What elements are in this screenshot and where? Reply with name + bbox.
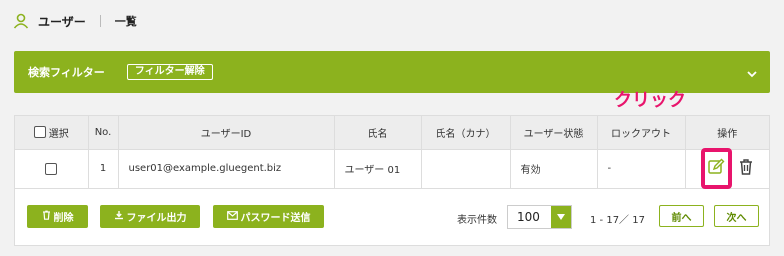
dropdown-arrow-icon[interactable]: [551, 206, 571, 228]
operations-cell: [685, 148, 769, 189]
page-subtitle: 一覧: [114, 15, 137, 28]
send-password-button[interactable]: パスワード送信: [213, 205, 324, 228]
column-header: 操作: [685, 116, 769, 150]
clear-filter-button[interactable]: フィルター解除: [126, 64, 213, 80]
delete-label: 削除: [53, 213, 74, 224]
export-label: ファイル出力: [126, 213, 187, 224]
status-cell: 有効: [510, 149, 598, 189]
select-column-header: 選択: [15, 116, 89, 150]
row-checkbox[interactable]: [45, 162, 58, 175]
download-icon: [114, 210, 124, 223]
page-title: ユーザー: [38, 14, 86, 29]
user-table-panel: 選択 No. ユーザーID 氏名 氏名（カナ） ユーザー状態 ロックアウト 操作…: [14, 115, 770, 246]
edit-button[interactable]: [700, 148, 732, 189]
edit-icon: [707, 158, 725, 179]
kana-cell: [421, 149, 511, 189]
column-header: ユーザー状態: [510, 116, 598, 150]
lockout-cell: -: [597, 149, 686, 189]
mail-icon: [226, 210, 238, 223]
header-divider: [99, 15, 101, 27]
column-header: No.: [88, 116, 119, 150]
chevron-down-icon[interactable]: [746, 65, 758, 84]
column-header: ユーザーID: [118, 116, 335, 150]
select-all-checkbox[interactable]: [33, 126, 46, 139]
table-row: 1 user01@example.gluegent.biz ユーザー 01 有効…: [15, 148, 769, 189]
select-column-label: 選択: [48, 128, 69, 140]
send-password-label: パスワード送信: [240, 213, 311, 224]
filter-label: 検索フィルター: [28, 66, 105, 79]
prev-page-button[interactable]: 前へ: [659, 205, 704, 227]
page-size-select[interactable]: 100: [507, 205, 572, 229]
table-header-row: 選択 No. ユーザーID 氏名 氏名（カナ） ユーザー状態 ロックアウト 操作: [15, 116, 769, 150]
column-header: 氏名（カナ）: [421, 116, 511, 150]
trash-small-icon: [42, 210, 51, 223]
delete-button[interactable]: 削除: [27, 205, 88, 228]
column-header: 氏名: [334, 116, 422, 150]
pagination-range: 1 - 17／ 17: [590, 215, 645, 226]
user-icon: [12, 12, 30, 30]
table-footer: 削除 ファイル出力 パスワード送信 表示件数 100 1 - 17／ 17 前へ…: [27, 205, 759, 229]
click-annotation: クリック: [614, 90, 686, 111]
name-cell: ユーザー 01: [334, 149, 422, 189]
row-number: 1: [88, 149, 119, 189]
export-file-button[interactable]: ファイル出力: [100, 205, 200, 228]
page-size-label: 表示件数: [457, 215, 497, 226]
row-select-cell: [15, 149, 89, 189]
user-table: 選択 No. ユーザーID 氏名 氏名（カナ） ユーザー状態 ロックアウト 操作…: [15, 116, 769, 189]
next-page-button[interactable]: 次へ: [714, 205, 759, 227]
page-size-value: 100: [517, 210, 540, 224]
user-id-cell: user01@example.gluegent.biz: [118, 149, 335, 189]
trash-icon[interactable]: [738, 158, 754, 179]
column-header: ロックアウト: [597, 116, 686, 150]
page-header: ユーザー 一覧: [12, 8, 137, 34]
